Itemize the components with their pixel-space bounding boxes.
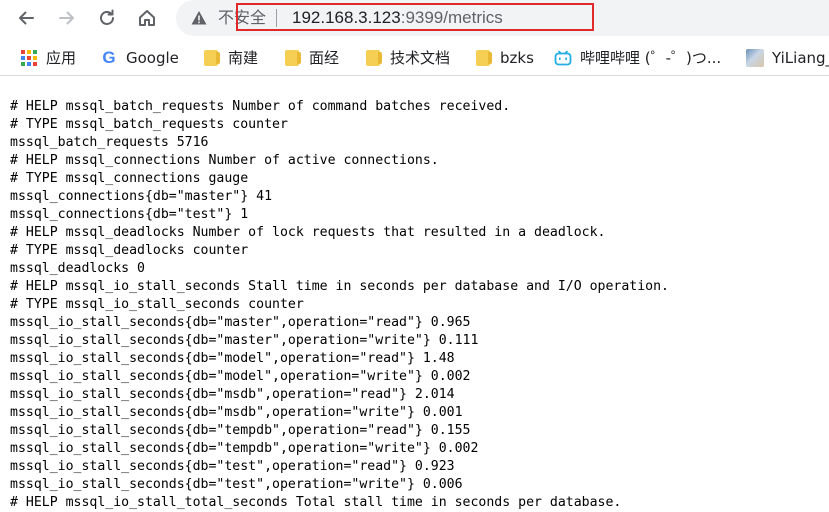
- url-path: :9399/metrics: [400, 8, 503, 27]
- bookmark-google[interactable]: G Google: [100, 46, 179, 70]
- bookmark-label: bzks: [500, 49, 534, 67]
- metric-value-line: mssql_deadlocks 0: [10, 261, 145, 276]
- warning-triangle-icon[interactable]: [190, 9, 208, 27]
- home-icon: [139, 10, 155, 26]
- bookmark-folder-nanjian[interactable]: 南建: [202, 46, 258, 70]
- metric-value-line: mssql_io_stall_seconds{db="msdb",operati…: [10, 387, 455, 402]
- metric-value-line: mssql_io_stall_seconds{db="test",operati…: [10, 459, 455, 474]
- url-text[interactable]: 192.168.3.123:9399/metrics: [292, 6, 503, 30]
- metric-comment-line: # TYPE mssql_io_stall_seconds counter: [10, 297, 304, 312]
- folder-icon: [283, 49, 301, 67]
- bookmark-folder-bzks[interactable]: bzks: [474, 46, 534, 70]
- metric-comment-line: # TYPE mssql_batch_requests counter: [10, 117, 288, 132]
- metric-value-line: mssql_io_stall_seconds{db="tempdb",opera…: [10, 441, 479, 456]
- metric-comment-line: # HELP mssql_connections Number of activ…: [10, 153, 439, 168]
- reload-icon: [100, 9, 114, 25]
- security-status-label[interactable]: 不安全: [218, 7, 266, 29]
- bookmark-folder-mianjing[interactable]: 面经: [283, 46, 339, 70]
- arrow-back-icon: [19, 11, 34, 25]
- bookmark-label: 哔哩哔哩 (゜-゜)つ...: [580, 49, 722, 67]
- folder-icon: [364, 49, 382, 67]
- metric-value-line: mssql_io_stall_seconds{db="model",operat…: [10, 369, 471, 384]
- metric-value-line: mssql_io_stall_seconds{db="master",opera…: [10, 315, 471, 330]
- forward-button[interactable]: [54, 5, 80, 31]
- bookmark-label: 面经: [309, 49, 340, 67]
- bookmark-apps[interactable]: 应用: [20, 46, 76, 70]
- bookmark-bilibili[interactable]: 哔哩哔哩 (゜-゜)つ...: [554, 46, 721, 70]
- metric-value-line: mssql_io_stall_seconds{db="tempdb",opera…: [10, 423, 471, 438]
- bilibili-icon: [554, 49, 572, 67]
- metric-value-line: mssql_io_stall_seconds{db="msdb",operati…: [10, 405, 463, 420]
- metric-value-line: mssql_io_stall_seconds{db="test",operati…: [10, 477, 463, 492]
- bookmark-folder-tech-docs[interactable]: 技术文档: [364, 46, 450, 70]
- avatar-icon: [746, 49, 764, 67]
- metric-comment-line: # HELP mssql_io_stall_seconds Stall time…: [10, 279, 669, 294]
- home-button[interactable]: [134, 5, 160, 31]
- metric-value-line: mssql_connections{db="master"} 41: [10, 189, 273, 204]
- url-divider: [276, 9, 277, 27]
- metric-comment-line: # HELP mssql_deadlocks Number of lock re…: [10, 225, 606, 240]
- bookmark-label: 技术文档: [390, 49, 451, 67]
- metric-value-line: mssql_connections{db="test"} 1: [10, 207, 249, 222]
- folder-icon: [202, 49, 220, 67]
- metric-value-line: mssql_io_stall_seconds{db="model",operat…: [10, 351, 455, 366]
- metric-value-line: mssql_io_stall_seconds{db="master",opera…: [10, 333, 479, 348]
- reload-button[interactable]: [94, 5, 120, 31]
- back-button[interactable]: [13, 5, 39, 31]
- url-host: 192.168.3.123: [292, 8, 401, 27]
- bookmark-yiliang[interactable]: YiLiang_: [746, 46, 829, 70]
- google-icon: G: [102, 48, 116, 67]
- browser-toolbar: 不安全 192.168.3.123:9399/metrics: [0, 0, 829, 36]
- apps-grid-icon: [20, 49, 38, 67]
- metric-comment-line: # TYPE mssql_connections gauge: [10, 171, 249, 186]
- arrow-forward-icon: [59, 11, 74, 25]
- metric-comment-line: # HELP mssql_batch_requests Number of co…: [10, 99, 511, 114]
- address-bar[interactable]: 不安全 192.168.3.123:9399/metrics: [176, 0, 829, 36]
- bookmark-label: 应用: [46, 49, 77, 67]
- metrics-text-body: # HELP mssql_batch_requests Number of co…: [10, 98, 825, 512]
- bookmarks-bar: 应用 G Google 南建 面经 技术文档 bzks 哔哩哔哩 (゜-゜)つ.…: [0, 40, 829, 76]
- bookmark-label: Google: [126, 49, 179, 67]
- metric-comment-line: # TYPE mssql_deadlocks counter: [10, 243, 249, 258]
- metric-comment-line: # HELP mssql_io_stall_total_seconds Tota…: [10, 495, 622, 510]
- folder-icon: [474, 49, 492, 67]
- metric-value-line: mssql_batch_requests 5716: [10, 135, 209, 150]
- bookmark-label: 南建: [228, 49, 259, 67]
- bookmark-label: YiLiang_: [772, 49, 829, 67]
